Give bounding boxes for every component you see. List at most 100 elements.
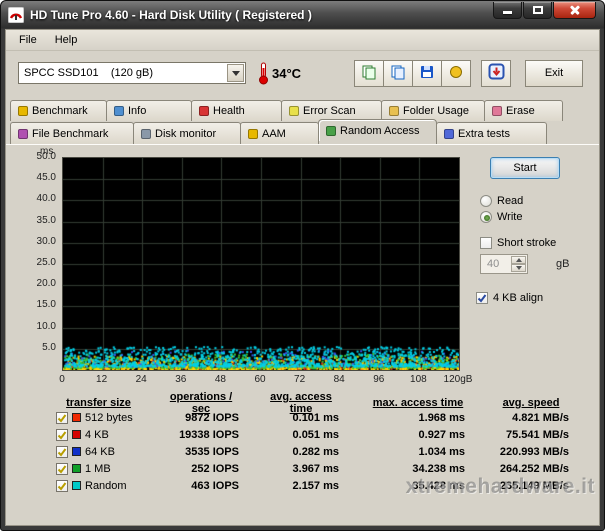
checkbox-checked-icon xyxy=(476,292,488,304)
download-icon xyxy=(488,63,505,83)
update-button[interactable] xyxy=(481,60,511,87)
titlebar: HD Tune Pro 4.60 - Hard Disk Utility ( R… xyxy=(1,1,604,28)
table-row: 64 KB3535 IOPS0.282 ms1.034 ms220.993 MB… xyxy=(8,443,600,460)
y-axis-tick: 35.0 xyxy=(6,215,56,226)
tab-label: Folder Usage xyxy=(403,105,476,117)
y-axis-tick: 30.0 xyxy=(6,236,56,247)
minimize-button[interactable] xyxy=(493,2,522,19)
write-radio[interactable]: Write xyxy=(480,211,600,223)
write-radio-label: Write xyxy=(497,211,522,223)
table-row: 1 MB252 IOPS3.967 ms34.238 ms264.252 MB/… xyxy=(8,460,600,477)
tab-label: Erase xyxy=(506,105,542,117)
tab-strip: Benchmark Info Health Error Scan Folder Usag… xyxy=(6,95,599,144)
row-checkbox[interactable] xyxy=(56,480,68,492)
x-axis-tick: 48 xyxy=(215,374,226,385)
tab-label: Info xyxy=(128,105,153,117)
tab-disk-monitor[interactable]: Disk monitor xyxy=(133,122,241,144)
tab-benchmark[interactable]: Benchmark xyxy=(10,100,107,121)
spin-down-button[interactable] xyxy=(511,264,526,272)
copy-screenshot-button[interactable] xyxy=(354,60,384,87)
benchmark-icon xyxy=(18,106,28,116)
drive-selector-value: SPCC SSD101 (120 gB) xyxy=(19,67,226,79)
tab-label: Error Scan xyxy=(303,105,363,117)
close-button[interactable] xyxy=(553,2,596,19)
spin-up-button[interactable] xyxy=(511,256,526,264)
tab-file-benchmark[interactable]: File Benchmark xyxy=(10,122,134,144)
aam-icon xyxy=(248,129,258,139)
short-stroke-label: Short stroke xyxy=(497,237,556,249)
tab-folder-usage[interactable]: Folder Usage xyxy=(381,100,485,121)
y-axis-tick: 5.0 xyxy=(6,342,56,353)
series-color-swatch xyxy=(72,413,81,422)
read-radio[interactable]: Read xyxy=(480,195,600,207)
start-button[interactable]: Start xyxy=(490,157,560,179)
tab-erase[interactable]: Erase xyxy=(484,100,563,121)
avg-access-cell: 0.051 ms xyxy=(263,429,371,441)
row-checkbox[interactable] xyxy=(56,429,68,441)
tab-error-scan[interactable]: Error Scan xyxy=(281,100,382,121)
stroke-size-input[interactable]: 40 xyxy=(480,254,528,274)
row-checkbox[interactable] xyxy=(56,446,68,458)
transfer-size-cell: Random xyxy=(8,480,163,492)
tab-row-2: File BenchmarkDisk monitor AAM Random Acce… xyxy=(10,121,599,144)
transfer-size-label: Random xyxy=(85,480,127,492)
random-access-panel: ms 5.010.015.020.025.030.035.040.045.050… xyxy=(6,144,599,526)
tab-row-1: Benchmark Info Health Error Scan Folder Usag… xyxy=(10,99,599,121)
series-color-swatch xyxy=(72,430,81,439)
operations-cell: 9872 IOPS xyxy=(163,412,263,424)
maximize-icon xyxy=(533,6,543,14)
avg-speed-cell: 220.993 MB/s xyxy=(493,446,600,458)
series-color-swatch xyxy=(72,481,81,490)
read-radio-label: Read xyxy=(497,195,523,207)
menu-item-file[interactable]: File xyxy=(10,32,46,48)
dropdown-arrow-icon[interactable] xyxy=(227,64,244,82)
table-header-row: transfer sizeoperations / secavg. access… xyxy=(8,391,600,409)
tab-label: AAM xyxy=(262,128,293,140)
tab-health[interactable]: Health xyxy=(191,100,282,121)
stroke-unit-label: gB xyxy=(556,258,569,270)
transfer-size-label: 64 KB xyxy=(85,446,115,458)
x-axis-tick: 12 xyxy=(96,374,107,385)
maximize-button[interactable] xyxy=(523,2,552,19)
save-icon xyxy=(419,64,435,83)
x-axis-tick: 36 xyxy=(175,374,186,385)
menu-bar: FileHelp xyxy=(6,30,599,51)
operations-cell: 19338 IOPS xyxy=(163,429,263,441)
row-checkbox[interactable] xyxy=(56,412,68,424)
tab-random-access[interactable]: Random Access xyxy=(318,119,437,141)
window-body: FileHelp SPCC SSD101 (120 gB) 34°C xyxy=(5,29,600,526)
short-stroke-checkbox[interactable]: Short stroke xyxy=(480,237,600,249)
save-button[interactable] xyxy=(412,60,442,87)
tab-label: Health xyxy=(213,105,252,117)
tab-aam[interactable]: AAM xyxy=(240,122,319,144)
copy-clipboard-button[interactable] xyxy=(383,60,413,87)
table-row: 4 KB19338 IOPS0.051 ms0.927 ms75.541 MB/… xyxy=(8,426,600,443)
tab-label: Benchmark xyxy=(32,105,95,117)
transfer-size-cell: 4 KB xyxy=(8,429,163,441)
max-access-cell: 35.428 ms xyxy=(371,480,493,492)
drive-selector[interactable]: SPCC SSD101 (120 gB) xyxy=(18,62,246,84)
row-checkbox[interactable] xyxy=(56,463,68,475)
menu-item-help[interactable]: Help xyxy=(46,32,87,48)
app-window: HD Tune Pro 4.60 - Hard Disk Utility ( R… xyxy=(0,0,605,531)
series-color-swatch xyxy=(72,464,81,473)
random-access-icon xyxy=(326,126,336,136)
minimize-icon xyxy=(503,11,512,14)
toolbar-button-group xyxy=(354,60,471,87)
avg-speed-cell: 264.252 MB/s xyxy=(493,463,600,475)
table-row: 512 bytes9872 IOPS0.101 ms1.968 ms4.821 … xyxy=(8,409,600,426)
tab-extra-tests[interactable]: Extra tests xyxy=(436,122,547,144)
exit-button[interactable]: Exit xyxy=(525,60,583,87)
table-header-5: avg. speed xyxy=(493,397,600,409)
capture-button[interactable] xyxy=(441,60,471,87)
align-checkbox[interactable]: 4 KB align xyxy=(476,292,600,304)
temperature-label: 34°C xyxy=(272,66,301,81)
y-axis-tick: 20.0 xyxy=(6,278,56,289)
window-controls xyxy=(493,2,596,19)
avg-speed-cell: 4.821 MB/s xyxy=(493,412,600,424)
hand-icon xyxy=(448,64,464,83)
tab-info[interactable]: Info xyxy=(106,100,192,121)
avg-speed-cell: 75.541 MB/s xyxy=(493,429,600,441)
tab-label: Extra tests xyxy=(458,128,517,140)
x-axis-tick: 120gB xyxy=(444,374,473,385)
